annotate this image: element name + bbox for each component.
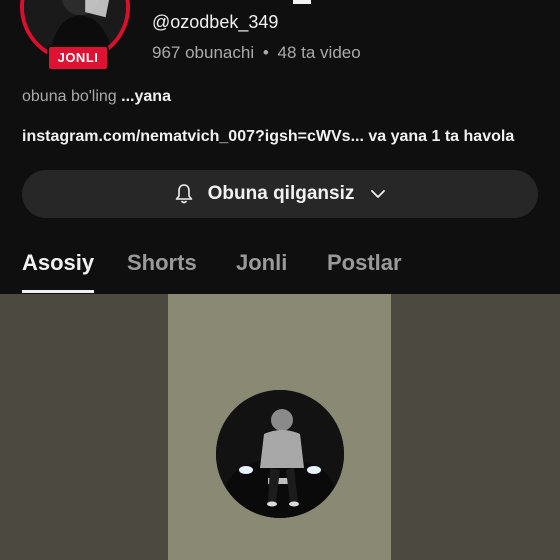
live-badge[interactable]: JONLI [47, 45, 109, 71]
channel-handle: @ozodbek_349 [152, 12, 279, 32]
video-count: 48 ta video [277, 43, 361, 62]
chevron-down-icon [371, 190, 386, 198]
channel-links[interactable]: instagram.com/nematvich_007?igsh=cWVs...… [22, 128, 514, 146]
description-text: obuna bo'ling [22, 88, 117, 105]
channel-description[interactable]: obuna bo'ling ...yana [22, 88, 171, 106]
channel-stats: 967 obunachi • 48 ta video [152, 43, 361, 63]
subscriber-count: 967 obunachi [152, 43, 255, 62]
tab-shorts[interactable]: Shorts [127, 250, 197, 276]
channel-tabs: Asosiy Shorts Jonli Postlar [0, 246, 560, 294]
channel-title-fragment [293, 0, 311, 4]
description-more-link[interactable]: ...yana [121, 88, 171, 105]
stats-separator: • [262, 43, 269, 62]
thumbnail-avatar-image [216, 390, 344, 518]
subscribed-button[interactable]: Obuna qilgansiz [22, 170, 538, 218]
active-tab-indicator [22, 290, 94, 293]
subscribed-label: Obuna qilgansiz [207, 183, 355, 204]
tab-jonli[interactable]: Jonli [236, 250, 287, 276]
tab-postlar[interactable]: Postlar [327, 250, 402, 276]
tab-asosiy[interactable]: Asosiy [22, 250, 94, 276]
bell-icon [175, 184, 192, 204]
